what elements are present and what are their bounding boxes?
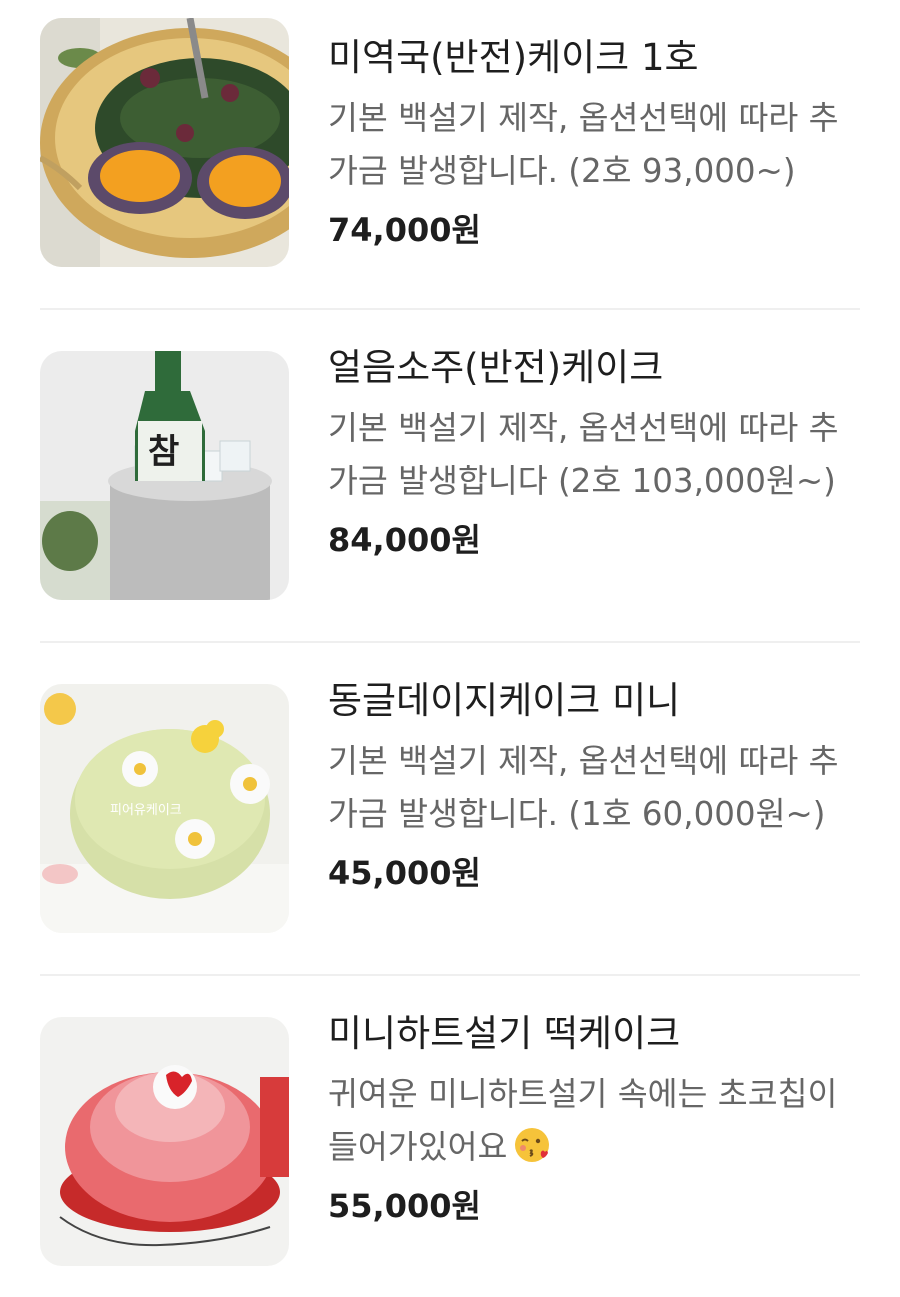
description-line: 가금 발생합니다 (2호 103,000원~)	[328, 462, 836, 500]
product-list: 미역국(반전)케이크 1호 기본 백설기 제작, 옵션선택에 따라 추 가금 발…	[40, 0, 860, 1296]
description-line: 기본 백설기 제작, 옵션선택에 따라 추	[328, 99, 839, 137]
description-line: 가금 발생합니다. (2호 93,000~)	[328, 152, 796, 190]
description-line: 가금 발생합니다. (1호 60,000원~)	[328, 795, 826, 833]
product-info: 미니하트설기 떡케이크 귀여운 미니하트설기 속에는 초코칩이 들어가있어요 5…	[328, 1010, 860, 1228]
product-info: 동글데이지케이크 미니 기본 백설기 제작, 옵션선택에 따라 추 가금 발생합…	[328, 677, 860, 895]
product-description: 기본 백설기 제작, 옵션선택에 따라 추 가금 발생합니다 (2호 103,0…	[328, 402, 858, 508]
description-line: 기본 백설기 제작, 옵션선택에 따라 추	[328, 742, 839, 780]
product-price: 74,000원	[328, 211, 481, 249]
product-description: 기본 백설기 제작, 옵션선택에 따라 추 가금 발생합니다. (2호 93,0…	[328, 92, 858, 198]
product-price: 84,000원	[328, 521, 481, 559]
product-description: 귀여운 미니하트설기 속에는 초코칩이 들어가있어요	[328, 1068, 858, 1174]
product-info: 얼음소주(반전)케이크 기본 백설기 제작, 옵션선택에 따라 추 가금 발생합…	[328, 344, 860, 562]
kissing-face-emoji-icon	[515, 1128, 550, 1162]
product-price: 45,000원	[328, 854, 481, 892]
description-line: 기본 백설기 제작, 옵션선택에 따라 추	[328, 409, 839, 447]
heart-rice-cake-image[interactable]	[40, 1017, 289, 1266]
seaweed-soup-cake-image[interactable]	[40, 18, 289, 267]
soju-cake-image[interactable]: 참	[40, 351, 289, 600]
product-title[interactable]: 미역국(반전)케이크 1호	[328, 34, 860, 82]
product-title[interactable]: 얼음소주(반전)케이크	[328, 344, 860, 392]
description-text: 들어가있어요	[328, 1128, 508, 1166]
product-price: 55,000원	[328, 1187, 481, 1225]
product-item-seaweed-cake[interactable]: 미역국(반전)케이크 1호 기본 백설기 제작, 옵션선택에 따라 추 가금 발…	[40, 0, 860, 310]
product-description: 기본 백설기 제작, 옵션선택에 따라 추 가금 발생합니다. (1호 60,0…	[328, 735, 858, 841]
description-line: 들어가있어요	[328, 1121, 858, 1174]
product-item-heart-rice-cake[interactable]: 미니하트설기 떡케이크 귀여운 미니하트설기 속에는 초코칩이 들어가있어요 5…	[40, 976, 860, 1296]
product-title[interactable]: 동글데이지케이크 미니	[328, 677, 860, 725]
product-item-daisy-cake[interactable]: 피어유케이크 동글데이지케이크 미니 기본 백설기 제작, 옵션선택에 따라 추…	[40, 643, 860, 976]
daisy-cake-image[interactable]: 피어유케이크	[40, 684, 289, 933]
description-line: 귀여운 미니하트설기 속에는 초코칩이	[328, 1075, 838, 1113]
watermark-text: 피어유케이크	[110, 803, 182, 818]
product-title[interactable]: 미니하트설기 떡케이크	[328, 1010, 860, 1058]
product-item-soju-cake[interactable]: 참 얼음소주(반전)케이크 기본 백설기 제작, 옵션선택에 따라 추 가금 발…	[40, 310, 860, 643]
soju-label-text: 참	[148, 432, 179, 472]
product-info: 미역국(반전)케이크 1호 기본 백설기 제작, 옵션선택에 따라 추 가금 발…	[328, 34, 860, 252]
